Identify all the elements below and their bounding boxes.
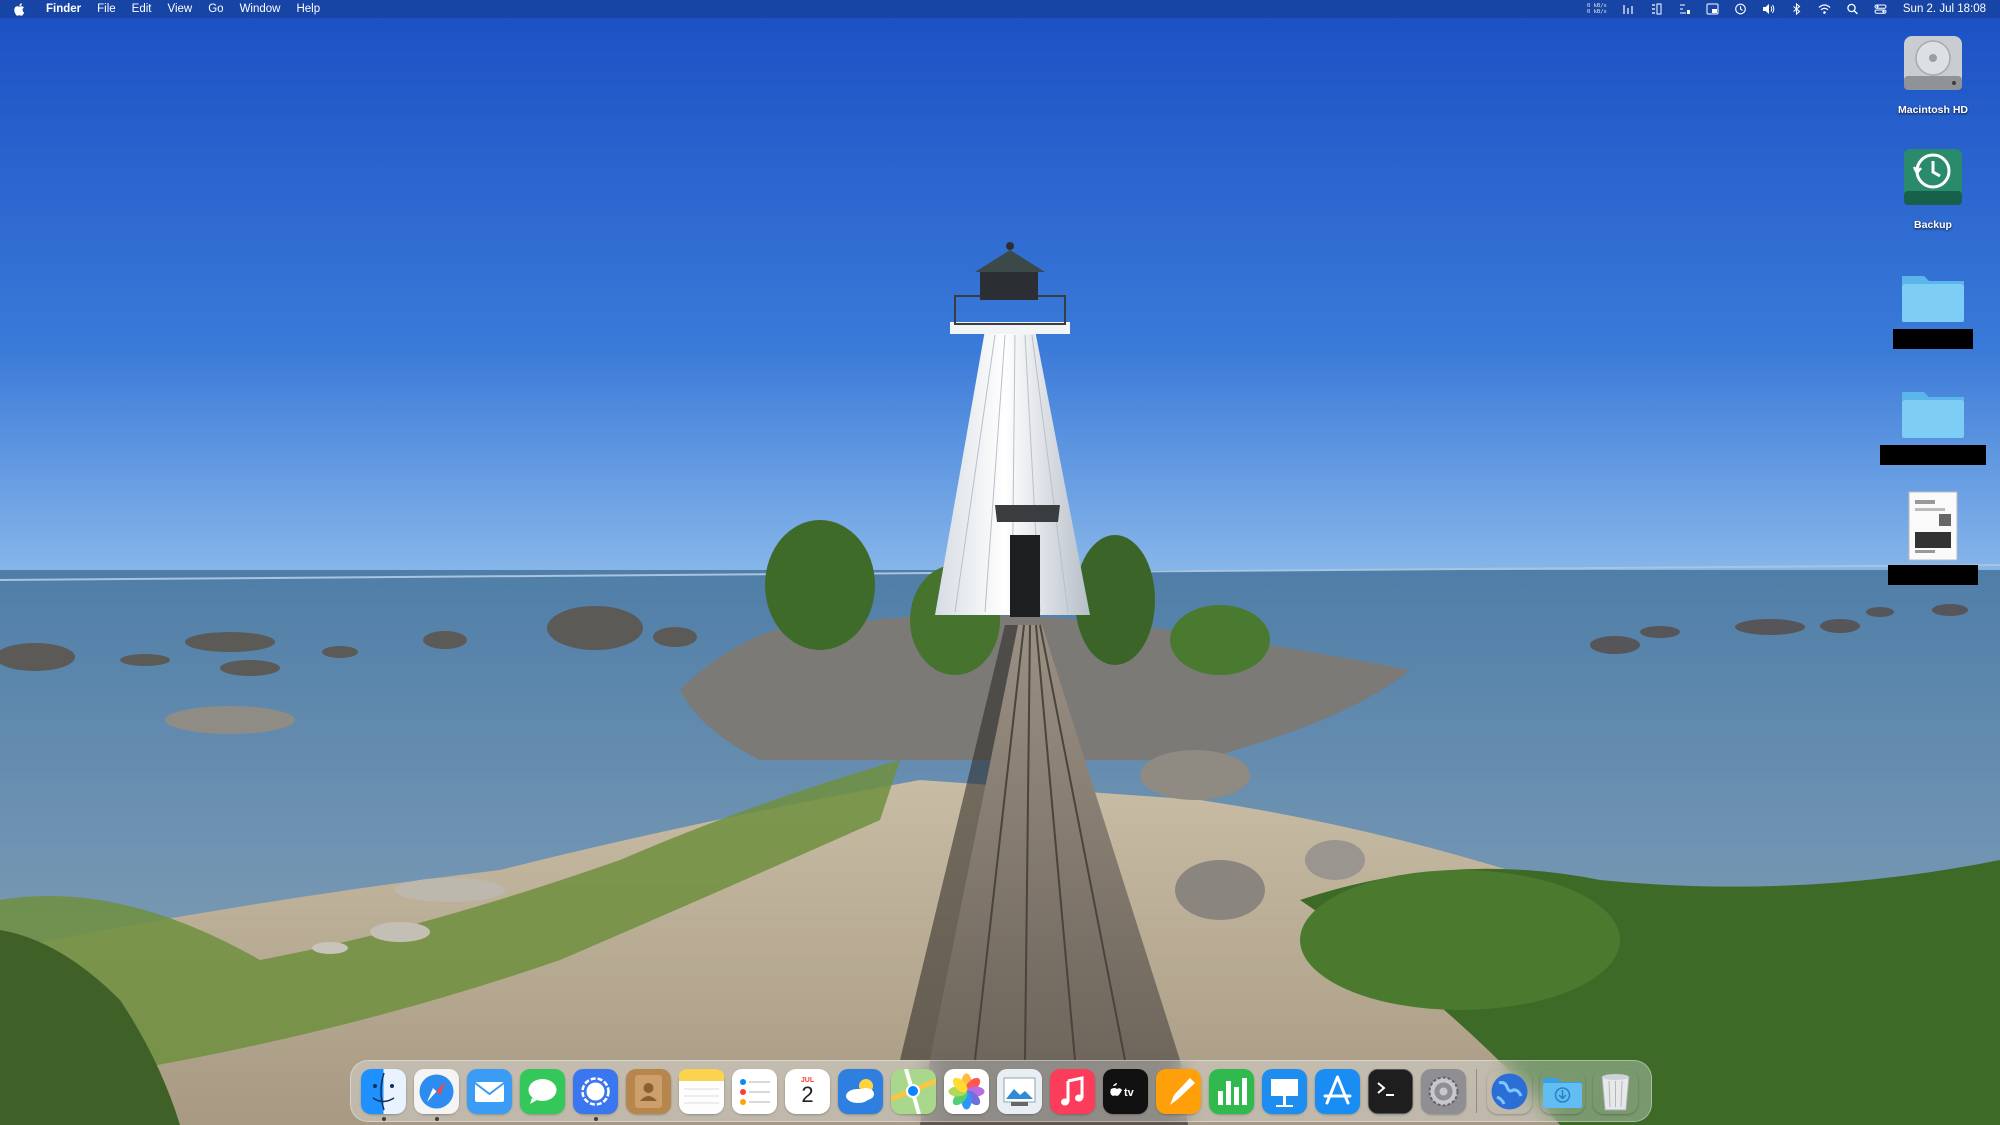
desktop-icon-folder[interactable]	[1878, 268, 1988, 352]
folder-icon	[1902, 276, 1964, 322]
terminal-icon	[1368, 1068, 1413, 1114]
spotlight-search-icon[interactable]	[1845, 2, 1861, 16]
network-speed-readout[interactable]: 0 kB/s 0 kB/s	[1587, 3, 1607, 15]
folder-icon	[1902, 392, 1964, 438]
gear-icon	[1421, 1068, 1466, 1114]
redacted-label	[1880, 445, 1986, 465]
numbers-icon	[1209, 1068, 1254, 1114]
dock-mail[interactable]	[467, 1068, 512, 1114]
menu-go[interactable]: Go	[208, 3, 223, 15]
time-machine-icon[interactable]	[1733, 2, 1749, 16]
running-indicator	[434, 1116, 439, 1121]
reminders-icon	[732, 1068, 777, 1114]
signal-icon	[573, 1068, 618, 1114]
dock-calendar[interactable]: JUL 2	[785, 1068, 830, 1114]
dock-system-settings[interactable]	[1421, 1068, 1466, 1114]
finder-icon	[361, 1068, 406, 1114]
hard-drive-icon	[1904, 36, 1962, 90]
apple-menu-icon[interactable]	[14, 2, 26, 16]
globe-icon	[1491, 1073, 1528, 1109]
window-layout-icon[interactable]	[1705, 2, 1721, 16]
running-indicator	[381, 1116, 386, 1121]
calendar-day: 2	[801, 1081, 814, 1107]
menu-view[interactable]: View	[168, 3, 193, 15]
safari-icon	[414, 1068, 459, 1114]
desktop-icon-document[interactable]	[1878, 490, 1988, 588]
running-indicator	[593, 1116, 598, 1121]
music-icon	[1050, 1068, 1095, 1114]
menu-clock[interactable]: Sun 2. Jul 18:08	[1903, 3, 1986, 15]
dock-terminal[interactable]	[1368, 1068, 1413, 1114]
dock-keynote[interactable]	[1262, 1068, 1307, 1114]
menu-edit[interactable]: Edit	[132, 3, 152, 15]
trash-icon	[1601, 1073, 1630, 1110]
menu-app-name[interactable]: Finder	[46, 3, 81, 15]
dock-app-store[interactable]	[1315, 1068, 1360, 1114]
dock-trash[interactable]	[1593, 1069, 1638, 1114]
preview-icon	[997, 1068, 1042, 1114]
desktop-icon-backup[interactable]: Backup	[1878, 143, 1988, 231]
cpu-icon[interactable]	[1677, 2, 1693, 16]
dock-maps[interactable]	[891, 1068, 936, 1114]
pages-icon	[1156, 1068, 1201, 1114]
bar-chart-icon[interactable]	[1621, 2, 1637, 16]
tv-icon: tv	[1103, 1068, 1148, 1114]
dock-contacts[interactable]	[626, 1068, 671, 1114]
photos-icon	[944, 1068, 989, 1114]
memory-icon[interactable]	[1649, 2, 1665, 16]
contacts-icon	[626, 1068, 671, 1114]
weather-icon	[838, 1068, 883, 1114]
status-area: 0 kB/s 0 kB/s Sun 2. Jul 18:08	[1587, 0, 1986, 18]
control-center-icon[interactable]	[1873, 2, 1889, 16]
keynote-icon	[1262, 1068, 1307, 1114]
menu-bar: Finder File Edit View Go Window Help 0 k…	[0, 0, 2000, 18]
menu-help[interactable]: Help	[296, 3, 320, 15]
desktop-icon-folder[interactable]	[1878, 384, 1988, 468]
volume-icon[interactable]	[1761, 2, 1777, 16]
dock-messages[interactable]	[520, 1068, 565, 1114]
dock-weather[interactable]	[838, 1068, 883, 1114]
desktop-icon-label: Backup	[1914, 219, 1952, 231]
dock-music[interactable]	[1050, 1068, 1095, 1114]
time-machine-drive-icon	[1904, 149, 1962, 205]
maps-icon	[891, 1068, 936, 1114]
dock-photos[interactable]	[944, 1068, 989, 1114]
notes-icon	[679, 1068, 724, 1114]
desktop-icon-macintosh-hd[interactable]: Macintosh HD	[1878, 28, 1988, 116]
dock-browser[interactable]	[1487, 1069, 1532, 1114]
dock: JUL 2 tv	[350, 1060, 1652, 1122]
messages-icon	[520, 1068, 565, 1114]
mail-icon	[467, 1068, 512, 1114]
dock-finder[interactable]	[361, 1068, 406, 1121]
dock-safari[interactable]	[414, 1068, 459, 1121]
dock-downloads[interactable]	[1540, 1069, 1585, 1114]
desktop-icon-label: Macintosh HD	[1897, 104, 1968, 116]
downloads-folder-icon	[1543, 1077, 1582, 1108]
wifi-icon[interactable]	[1817, 2, 1833, 16]
desktop-wallpaper	[0, 0, 2000, 1125]
dock-preview[interactable]	[997, 1068, 1042, 1114]
redacted-label	[1893, 329, 1973, 349]
dock-pages[interactable]	[1156, 1068, 1201, 1114]
redacted-label	[1888, 565, 1978, 585]
menu-window[interactable]: Window	[240, 3, 281, 15]
dock-numbers[interactable]	[1209, 1068, 1254, 1114]
svg-text:tv: tv	[1124, 1087, 1135, 1099]
dock-tv[interactable]: tv	[1103, 1068, 1148, 1114]
menu-file[interactable]: File	[97, 3, 116, 15]
document-icon	[1908, 491, 1958, 561]
dock-reminders[interactable]	[732, 1068, 777, 1114]
bluetooth-icon[interactable]	[1789, 2, 1805, 16]
app-store-icon	[1315, 1068, 1360, 1114]
dock-notes[interactable]	[679, 1068, 724, 1114]
dock-signal[interactable]	[573, 1068, 618, 1121]
dock-separator	[1476, 1069, 1477, 1113]
